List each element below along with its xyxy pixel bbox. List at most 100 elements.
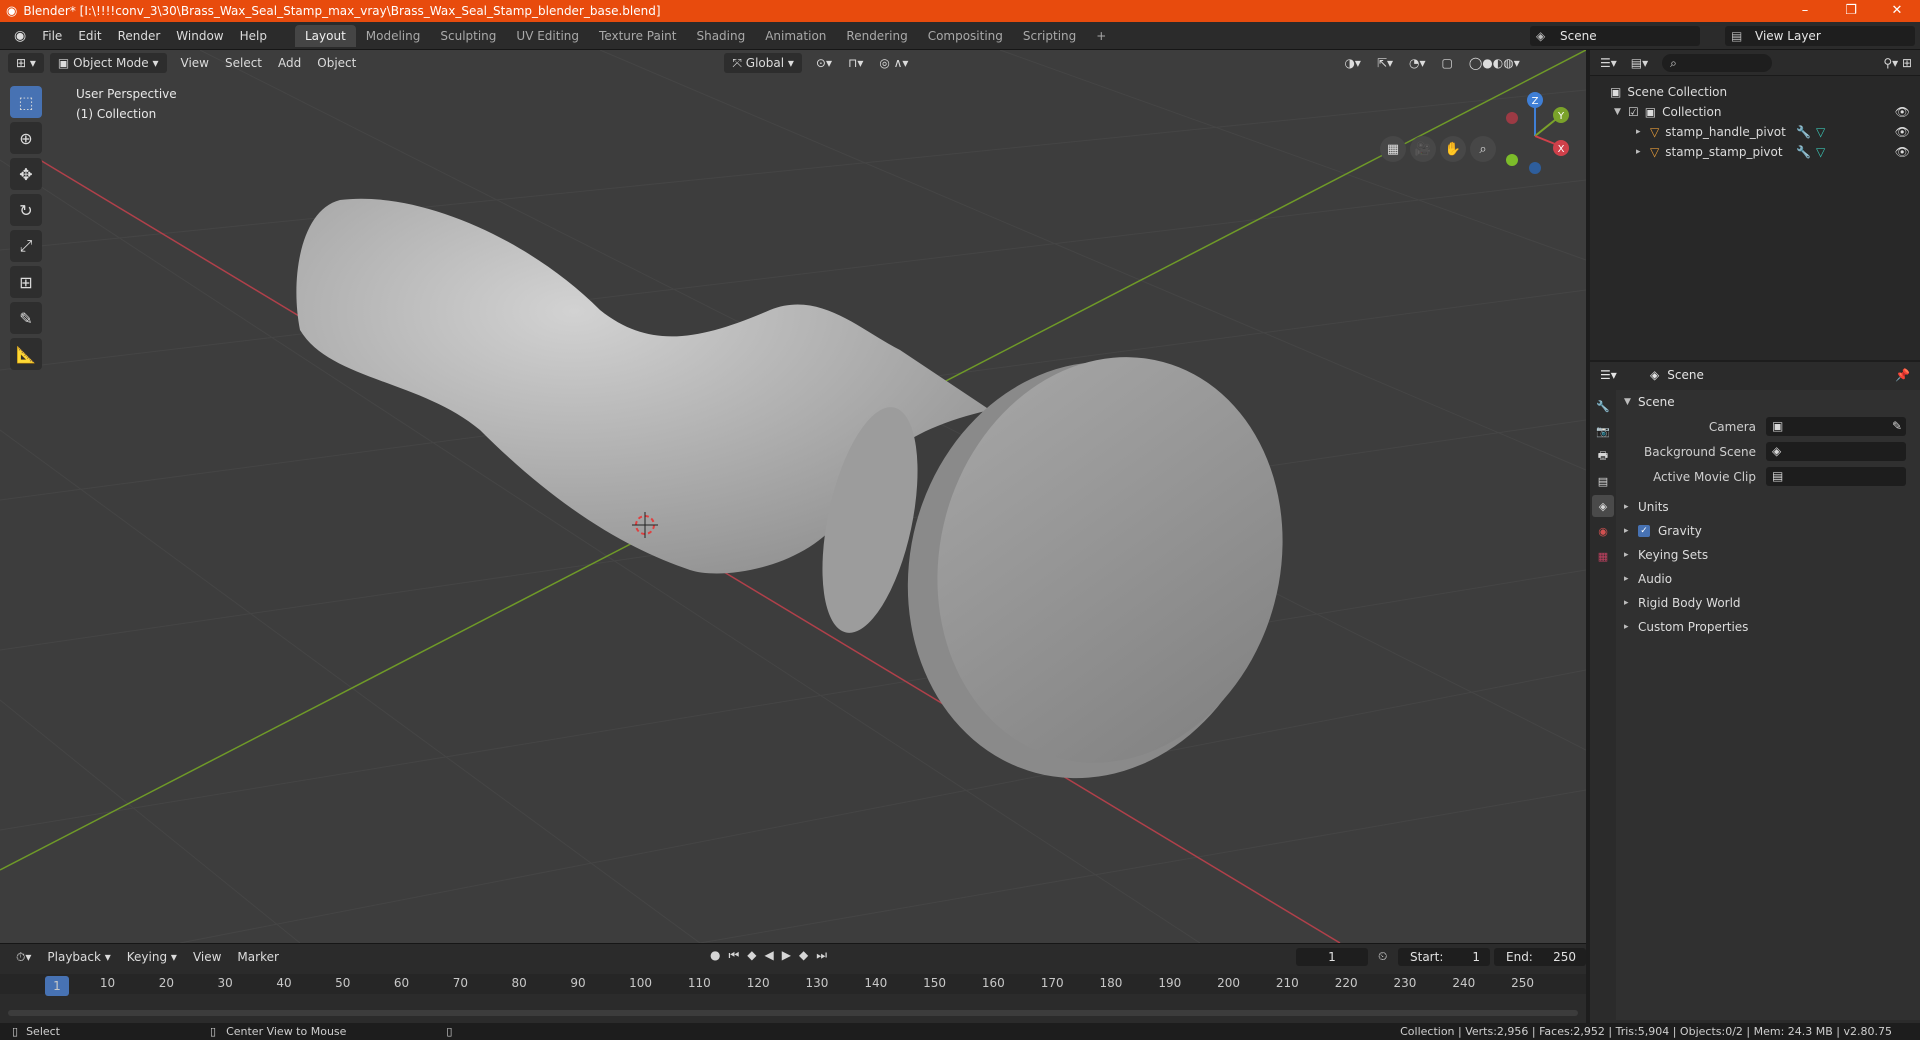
frame-ruler[interactable]: 1 10 20 30 40 50 60 70 80 90 100 110 120 130 140 150 160… (0, 974, 1586, 996)
timeline-view-menu[interactable]: View (185, 950, 229, 964)
close-button[interactable]: ✕ (1874, 0, 1920, 22)
collection-checkbox[interactable]: ☑ (1628, 105, 1639, 119)
gravity-section[interactable]: ▸ ✓ Gravity (1616, 519, 1920, 543)
rigid-body-world-section[interactable]: ▸ Rigid Body World (1616, 591, 1920, 615)
world-tab-icon[interactable]: ◉ (1592, 520, 1614, 542)
camera-field[interactable]: ▣ ✎ (1766, 417, 1906, 436)
current-frame-field[interactable]: 1 (1296, 948, 1368, 966)
grid-view-icon[interactable]: ▦ (1380, 136, 1406, 162)
menu-edit[interactable]: Edit (70, 22, 109, 50)
outliner-editor-type-icon[interactable]: ☰▾ (1600, 56, 1617, 70)
tab-layout[interactable]: Layout (294, 24, 356, 47)
transform-tool-icon[interactable]: ⊞ (10, 266, 42, 298)
tab-texture-paint[interactable]: Texture Paint (589, 25, 686, 47)
navigation-gizmo[interactable]: Z Y X (1490, 86, 1580, 176)
mode-dropdown[interactable]: ▣ Object Mode ▾ (49, 53, 167, 73)
end-frame-field[interactable]: End: 250 (1494, 948, 1586, 966)
timeline-scrollbar[interactable] (8, 1010, 1578, 1016)
current-frame-indicator[interactable]: 1 (45, 976, 69, 996)
filter-icon[interactable]: ⚲▾ ⊞ (1883, 56, 1912, 70)
shading-modes-icon[interactable]: ◯●◐◍▾ (1461, 53, 1528, 73)
outliner-item[interactable]: ▸ ▽ stamp_stamp_pivot 🔧 ▽ 👁 (1590, 142, 1920, 162)
marker-menu[interactable]: Marker (229, 950, 286, 964)
blender-menu-icon[interactable]: ◉ (6, 22, 34, 50)
tab-modeling[interactable]: Modeling (356, 25, 431, 47)
expand-arrow-icon[interactable]: ▼ (1614, 107, 1628, 117)
modifier-wrench-icon[interactable]: 🔧 (1796, 125, 1811, 139)
tool-tab-icon[interactable]: 🔧 (1592, 395, 1614, 417)
scene-selector[interactable]: ◈ Scene (1530, 26, 1700, 46)
menu-window[interactable]: Window (168, 22, 231, 50)
visibility-icon[interactable]: ◑▾ (1336, 53, 1369, 73)
outliner-scene-collection[interactable]: ▣ Scene Collection (1590, 82, 1920, 102)
select-box-tool-icon[interactable]: ⬚ (10, 86, 42, 118)
xray-icon[interactable]: ▢ (1434, 53, 1461, 73)
rotate-tool-icon[interactable]: ↻ (10, 194, 42, 226)
tab-scripting[interactable]: Scripting (1013, 25, 1086, 47)
restore-button[interactable]: ❐ (1828, 0, 1874, 22)
camera-view-icon[interactable]: 🎥 (1410, 136, 1436, 162)
gizmo-toggle-icon[interactable]: ⇱▾ (1369, 53, 1401, 73)
view-layer-selector[interactable]: ▤ View Layer (1725, 26, 1915, 46)
playback-menu[interactable]: Playback ▾ (39, 950, 118, 964)
mesh-data-icon[interactable]: ▽ (1816, 145, 1825, 159)
tab-rendering[interactable]: Rendering (836, 25, 917, 47)
view-menu[interactable]: View (173, 53, 217, 73)
cursor-tool-icon[interactable]: ⊕ (10, 122, 42, 154)
pin-icon[interactable]: 📌 (1895, 368, 1910, 382)
render-tab-icon[interactable]: 📷 (1592, 420, 1614, 442)
pivot-icon[interactable]: ⊙▾ (808, 53, 840, 73)
background-scene-field[interactable]: ◈ (1766, 442, 1906, 461)
orientation-dropdown[interactable]: ⤧ Global ▾ (724, 53, 802, 73)
snap-icon[interactable]: ⊓▾ (840, 53, 871, 73)
editor-type-button[interactable]: ⊞ ▾ (8, 53, 44, 73)
expand-arrow-icon[interactable]: ▸ (1636, 147, 1650, 157)
outliner-search-field[interactable]: ⌕ (1662, 53, 1773, 72)
menu-file[interactable]: File (34, 22, 70, 50)
prev-keyframe-icon[interactable]: ◆ (747, 948, 756, 963)
add-menu[interactable]: Add (270, 53, 309, 73)
tab-compositing[interactable]: Compositing (918, 25, 1013, 47)
menu-render[interactable]: Render (110, 22, 169, 50)
play-reverse-icon[interactable]: ◀ (765, 948, 774, 963)
move-tool-icon[interactable]: ✥ (10, 158, 42, 190)
scene-tab-icon[interactable]: ◈ (1592, 495, 1614, 517)
add-workspace-button[interactable]: + (1086, 25, 1116, 47)
visibility-eye-icon[interactable]: 👁 (1895, 105, 1910, 119)
expand-arrow-icon[interactable]: ▸ (1636, 127, 1650, 137)
jump-end-icon[interactable]: ⏭ (816, 948, 827, 963)
keying-sets-section[interactable]: ▸ Keying Sets (1616, 543, 1920, 567)
select-menu[interactable]: Select (217, 53, 270, 73)
movie-clip-field[interactable]: ▤ (1766, 467, 1906, 486)
proportional-edit-icon[interactable]: ◎ ∧▾ (871, 53, 916, 73)
visibility-eye-icon[interactable]: 👁 (1895, 125, 1910, 139)
outliner-collection[interactable]: ▼ ☑ ▣ Collection 👁 (1590, 102, 1920, 122)
tab-shading[interactable]: Shading (686, 25, 755, 47)
pan-hand-icon[interactable]: ✋ (1440, 136, 1466, 162)
tab-animation[interactable]: Animation (755, 25, 836, 47)
timeline-editor-type-icon[interactable]: ⏱▾ (8, 950, 39, 965)
mesh-data-icon[interactable]: ▽ (1816, 125, 1825, 139)
tab-uv-editing[interactable]: UV Editing (506, 25, 589, 47)
view-layer-tab-icon[interactable]: ▤ (1592, 470, 1614, 492)
eyedropper-icon[interactable]: ✎ (1892, 417, 1902, 436)
record-icon[interactable]: ● (710, 948, 720, 963)
minimize-button[interactable]: – (1782, 0, 1828, 22)
visibility-eye-icon[interactable]: 👁 (1895, 145, 1910, 159)
stamp-handle-model[interactable] (296, 198, 1327, 820)
output-tab-icon[interactable]: 🖶 (1592, 445, 1614, 467)
start-frame-field[interactable]: Start: 1 (1398, 948, 1490, 966)
audio-section[interactable]: ▸ Audio (1616, 567, 1920, 591)
measure-tool-icon[interactable]: 📐 (10, 338, 42, 370)
custom-properties-section[interactable]: ▸ Custom Properties (1616, 615, 1920, 639)
tab-sculpting[interactable]: Sculpting (430, 25, 506, 47)
texture-tab-icon[interactable]: ▦ (1592, 545, 1614, 567)
menu-help[interactable]: Help (232, 22, 275, 50)
overlays-icon[interactable]: ◔▾ (1401, 53, 1434, 73)
jump-start-icon[interactable]: ⏮ (728, 948, 739, 963)
object-menu[interactable]: Object (309, 53, 364, 73)
outliner-item[interactable]: ▸ ▽ stamp_handle_pivot 🔧 ▽ 👁 (1590, 122, 1920, 142)
scene-section-header[interactable]: ▼ Scene (1616, 390, 1920, 414)
properties-editor-type-icon[interactable]: ☰▾ (1600, 368, 1617, 382)
next-keyframe-icon[interactable]: ◆ (799, 948, 808, 963)
